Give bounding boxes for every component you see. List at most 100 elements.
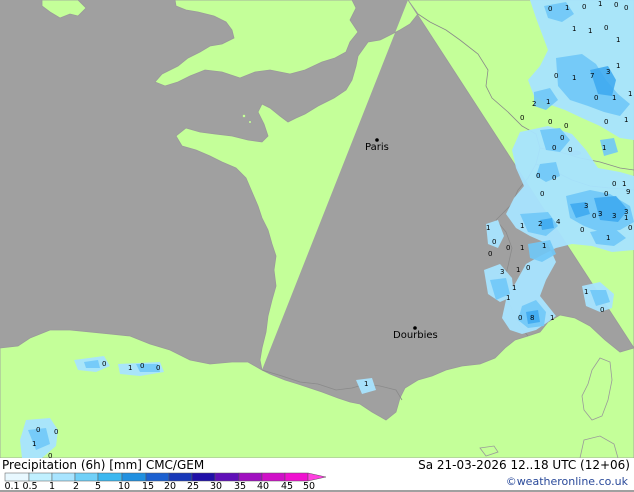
precip-value: 0 [604,190,608,198]
scale-cell [238,472,263,482]
precip-value: 1 [32,440,36,448]
precip-value: 1 [516,266,520,274]
precip-value: 0 [582,3,586,11]
scale-tick-label: 5 [94,481,102,492]
precip-value: 1 [598,0,602,8]
precip-value: 0 [594,94,598,102]
precip-value: 3 [598,210,602,218]
precip-value: 0 [600,306,604,314]
product-name: Precipitation (6h) [mm] [2,458,142,472]
scale-tick-label: 10 [117,481,131,492]
precip-value: 3 [606,68,610,76]
precip-value: 1 [572,74,576,82]
precip-value: 0 [156,364,160,372]
scale-cell [28,472,53,482]
precip-value: 1 [624,214,628,222]
scale-cell [4,472,30,482]
precip-value: 1 [624,116,628,124]
precip-value: 0 [552,174,556,182]
precip-value: 0 [520,114,524,122]
scale-tick-label: 30 [209,481,223,492]
model-name: CMC/GEM [145,458,205,472]
precip-value: 1 [550,314,554,322]
precipitation-map: 0 1 0 1 0 01 1 010 1 7 310 1 12 10 0 10 0 10 0030 911 2 40 300… [0,0,634,458]
precip-value: 0 [568,146,572,154]
precip-value: 1 [584,288,588,296]
precip-value: 1 [520,222,524,230]
precip-value: 0 [564,122,568,130]
precip-value: 2 [532,100,536,108]
precip-value: 7 [590,72,594,80]
scale-cell [261,472,286,482]
precip-value: 0 [36,426,40,434]
precip-value: 1 [128,364,132,372]
precip-value: 9 [626,188,630,196]
precip-value: 1 [520,244,524,252]
scale-cell [168,472,193,482]
precip-value: 1 [565,4,569,12]
precip-value: 0 [548,5,552,13]
precip-value: 0 [536,172,540,180]
precip-value: 1 [616,62,620,70]
scale-tick-label: 40 [256,481,270,492]
scale-cell [284,472,309,482]
scale-tick-label: 25 [186,481,200,492]
precip-value: 1 [628,90,632,98]
scale-tick-label: 0.1 [4,481,20,492]
precip-value: 0 [552,144,556,152]
precip-value: 1 [542,242,546,250]
precip-value: 0 [604,24,608,32]
precip-value: 0 [554,72,558,80]
precip-value: 1 [616,36,620,44]
precip-value: 1 [606,234,610,242]
scale-tick-label: 50 [302,481,316,492]
precip-value: 0 [560,134,564,142]
precip-value: 1 [364,380,368,388]
precip-value: 0 [102,360,106,368]
scale-tick-label: 35 [233,481,247,492]
scale-tick-label: 0.5 [22,481,38,492]
city-label-paris: Paris [365,142,389,153]
scale-tick-label: 15 [141,481,155,492]
channel-island [248,120,252,124]
scale-cell [74,472,99,482]
scale-cell [214,472,240,482]
channel-island [242,114,246,118]
precip-value: 0 [526,264,530,272]
product-title: Precipitation (6h) [mm] CMC/GEM [2,458,204,472]
precip-value: 3 [500,268,504,276]
precip-value: 0 [628,224,632,232]
scale-cell [121,472,147,482]
precip-value: 0 [592,212,596,220]
precip-value: 0 [54,428,58,436]
precip-value: 0 [506,244,510,252]
scale-tick-label: 45 [280,481,294,492]
precip-value: 1 [506,294,510,302]
scale-tick-label: 2 [72,481,80,492]
precip-value: 1 [512,284,516,292]
precip-value: 0 [492,238,496,246]
city-label-dourbies: Dourbies [393,330,438,341]
precip-value: 1 [602,144,606,152]
precip-value: 0 [624,4,628,12]
precip-value: 0 [604,118,608,126]
precip-value: 2 [538,220,542,228]
scale-cell [191,472,216,482]
precip-value: 0 [580,226,584,234]
scale-cell [97,472,123,482]
precip-value: 1 [546,98,550,106]
precip-value: 1 [622,180,626,188]
precip-value: 0 [548,118,552,126]
scale-tick-label: 1 [48,481,56,492]
precip-value: 0 [488,250,492,258]
precip-value: 1 [572,25,576,33]
precip-value: 8 [530,314,534,322]
precip-value: 1 [588,27,592,35]
precip-value: 0 [612,180,616,188]
validity-time: Sa 21-03-2026 12..18 UTC (12+06) [418,458,630,472]
precip-value: 3 [612,212,616,220]
scale-cell [51,472,76,482]
precip-value: 1 [612,94,616,102]
scale-cell [145,472,170,482]
precip-value: 0 [614,1,618,9]
